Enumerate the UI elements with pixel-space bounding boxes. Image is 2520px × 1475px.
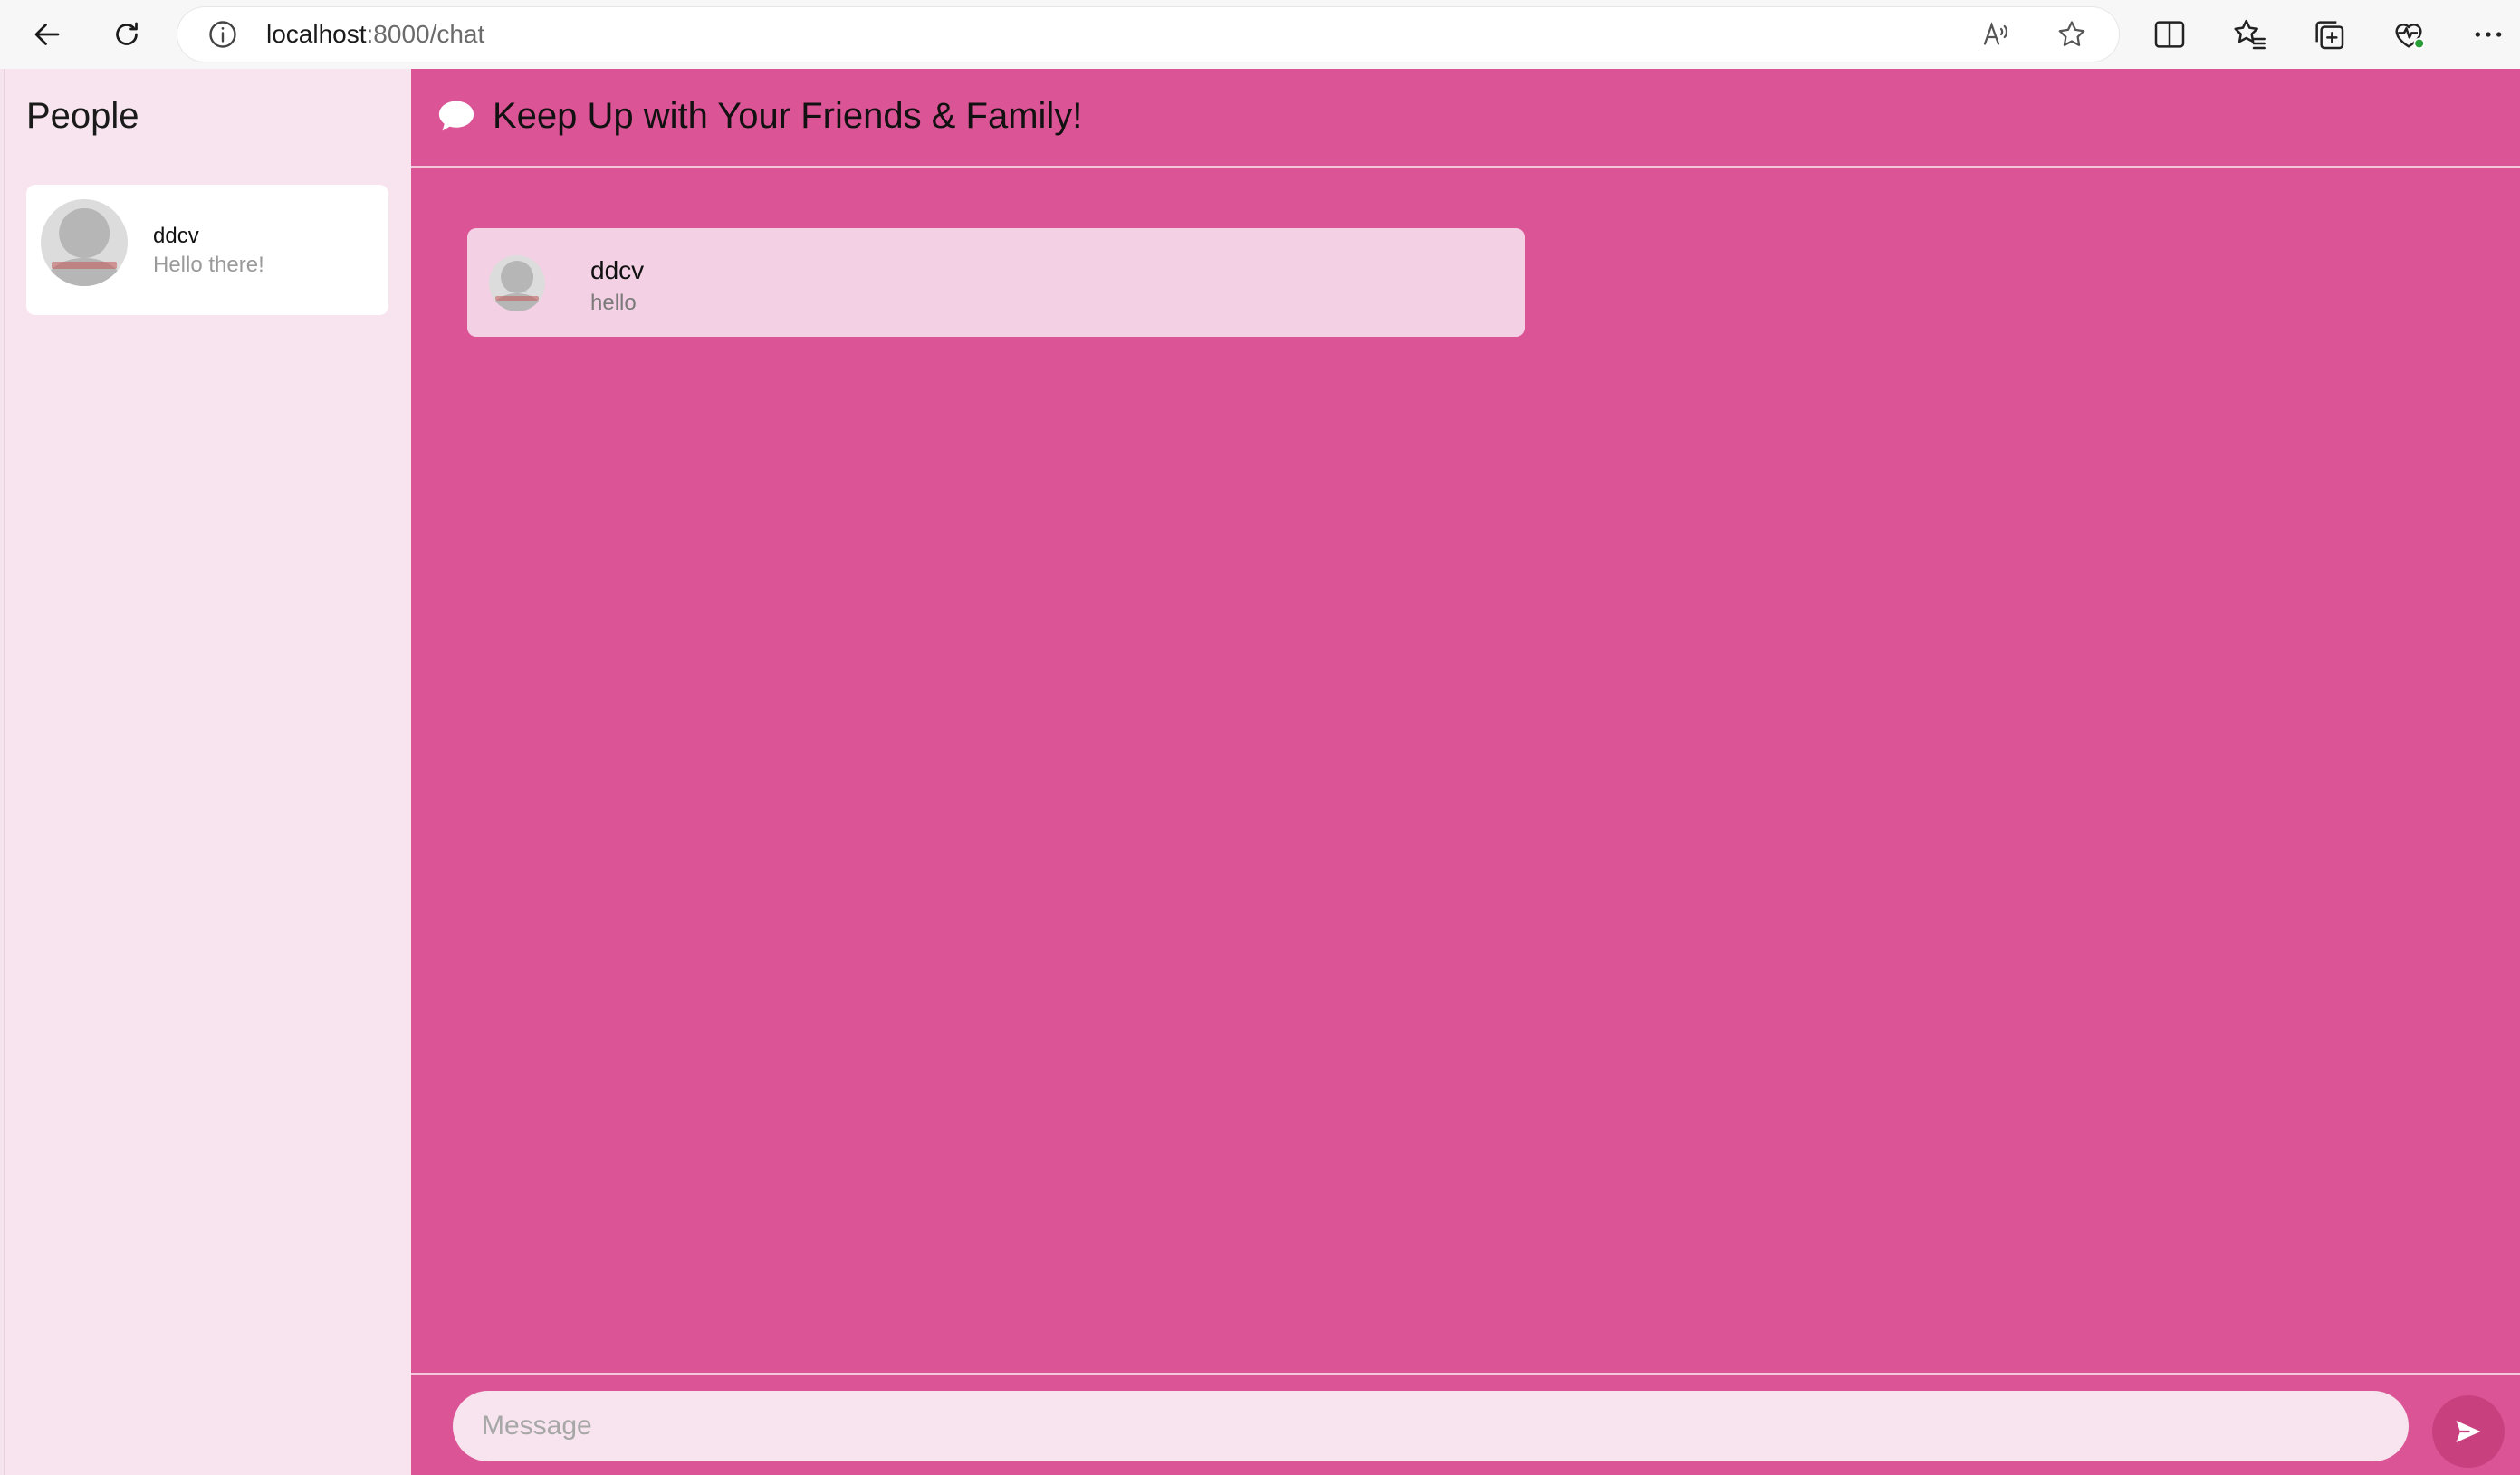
contact-name: ddcv — [153, 224, 199, 248]
message-item: ddcv hello — [467, 228, 1525, 337]
avatar — [41, 199, 128, 286]
message-input[interactable] — [453, 1391, 2409, 1461]
address-bar[interactable]: localhost:8000/chat — [177, 7, 2119, 62]
split-screen-icon[interactable] — [2151, 16, 2188, 53]
browser-toolbar: localhost:8000/chat — [0, 0, 2520, 69]
back-button[interactable] — [25, 13, 69, 56]
message-text: hello — [590, 291, 637, 315]
chat-header: Keep Up with Your Friends & Family! — [411, 69, 2520, 168]
favorites-icon[interactable] — [2231, 16, 2267, 53]
chat-panel: Keep Up with Your Friends & Family! ddcv… — [411, 69, 2520, 1475]
speech-bubble-icon — [438, 101, 474, 131]
avatar-text-overlay — [51, 262, 118, 269]
message-composer — [411, 1373, 2520, 1475]
chat-title: Keep Up with Your Friends & Family! — [493, 96, 1083, 136]
browser-essentials-icon[interactable] — [2391, 16, 2427, 53]
url-host: localhost — [266, 20, 367, 48]
avatar — [489, 255, 545, 311]
read-aloud-icon[interactable] — [1979, 18, 2012, 51]
send-button[interactable] — [2432, 1395, 2505, 1468]
url-path: :8000/chat — [366, 20, 485, 48]
people-sidebar: People ddcv Hello there! — [4, 69, 411, 1475]
collections-icon[interactable] — [2311, 16, 2347, 53]
info-icon[interactable] — [206, 18, 239, 51]
send-icon — [2456, 1421, 2481, 1442]
refresh-button[interactable] — [105, 13, 149, 56]
contact-last-message: Hello there! — [153, 253, 264, 277]
avatar-text-overlay — [495, 295, 539, 301]
sidebar-title: People — [26, 96, 139, 136]
refresh-icon — [116, 22, 138, 45]
more-options-icon[interactable] — [2470, 16, 2506, 53]
back-arrow-icon — [34, 24, 60, 45]
avatar-head-shape — [59, 207, 110, 259]
favorite-star-icon[interactable] — [2055, 18, 2088, 51]
url-text[interactable]: localhost:8000/chat — [266, 20, 484, 49]
avatar-head-shape — [501, 261, 533, 294]
contact-item[interactable]: ddcv Hello there! — [26, 185, 388, 315]
message-sender: ddcv — [590, 256, 645, 284]
chat-app: People ddcv Hello there! Keep Up with Yo… — [0, 69, 2520, 1475]
